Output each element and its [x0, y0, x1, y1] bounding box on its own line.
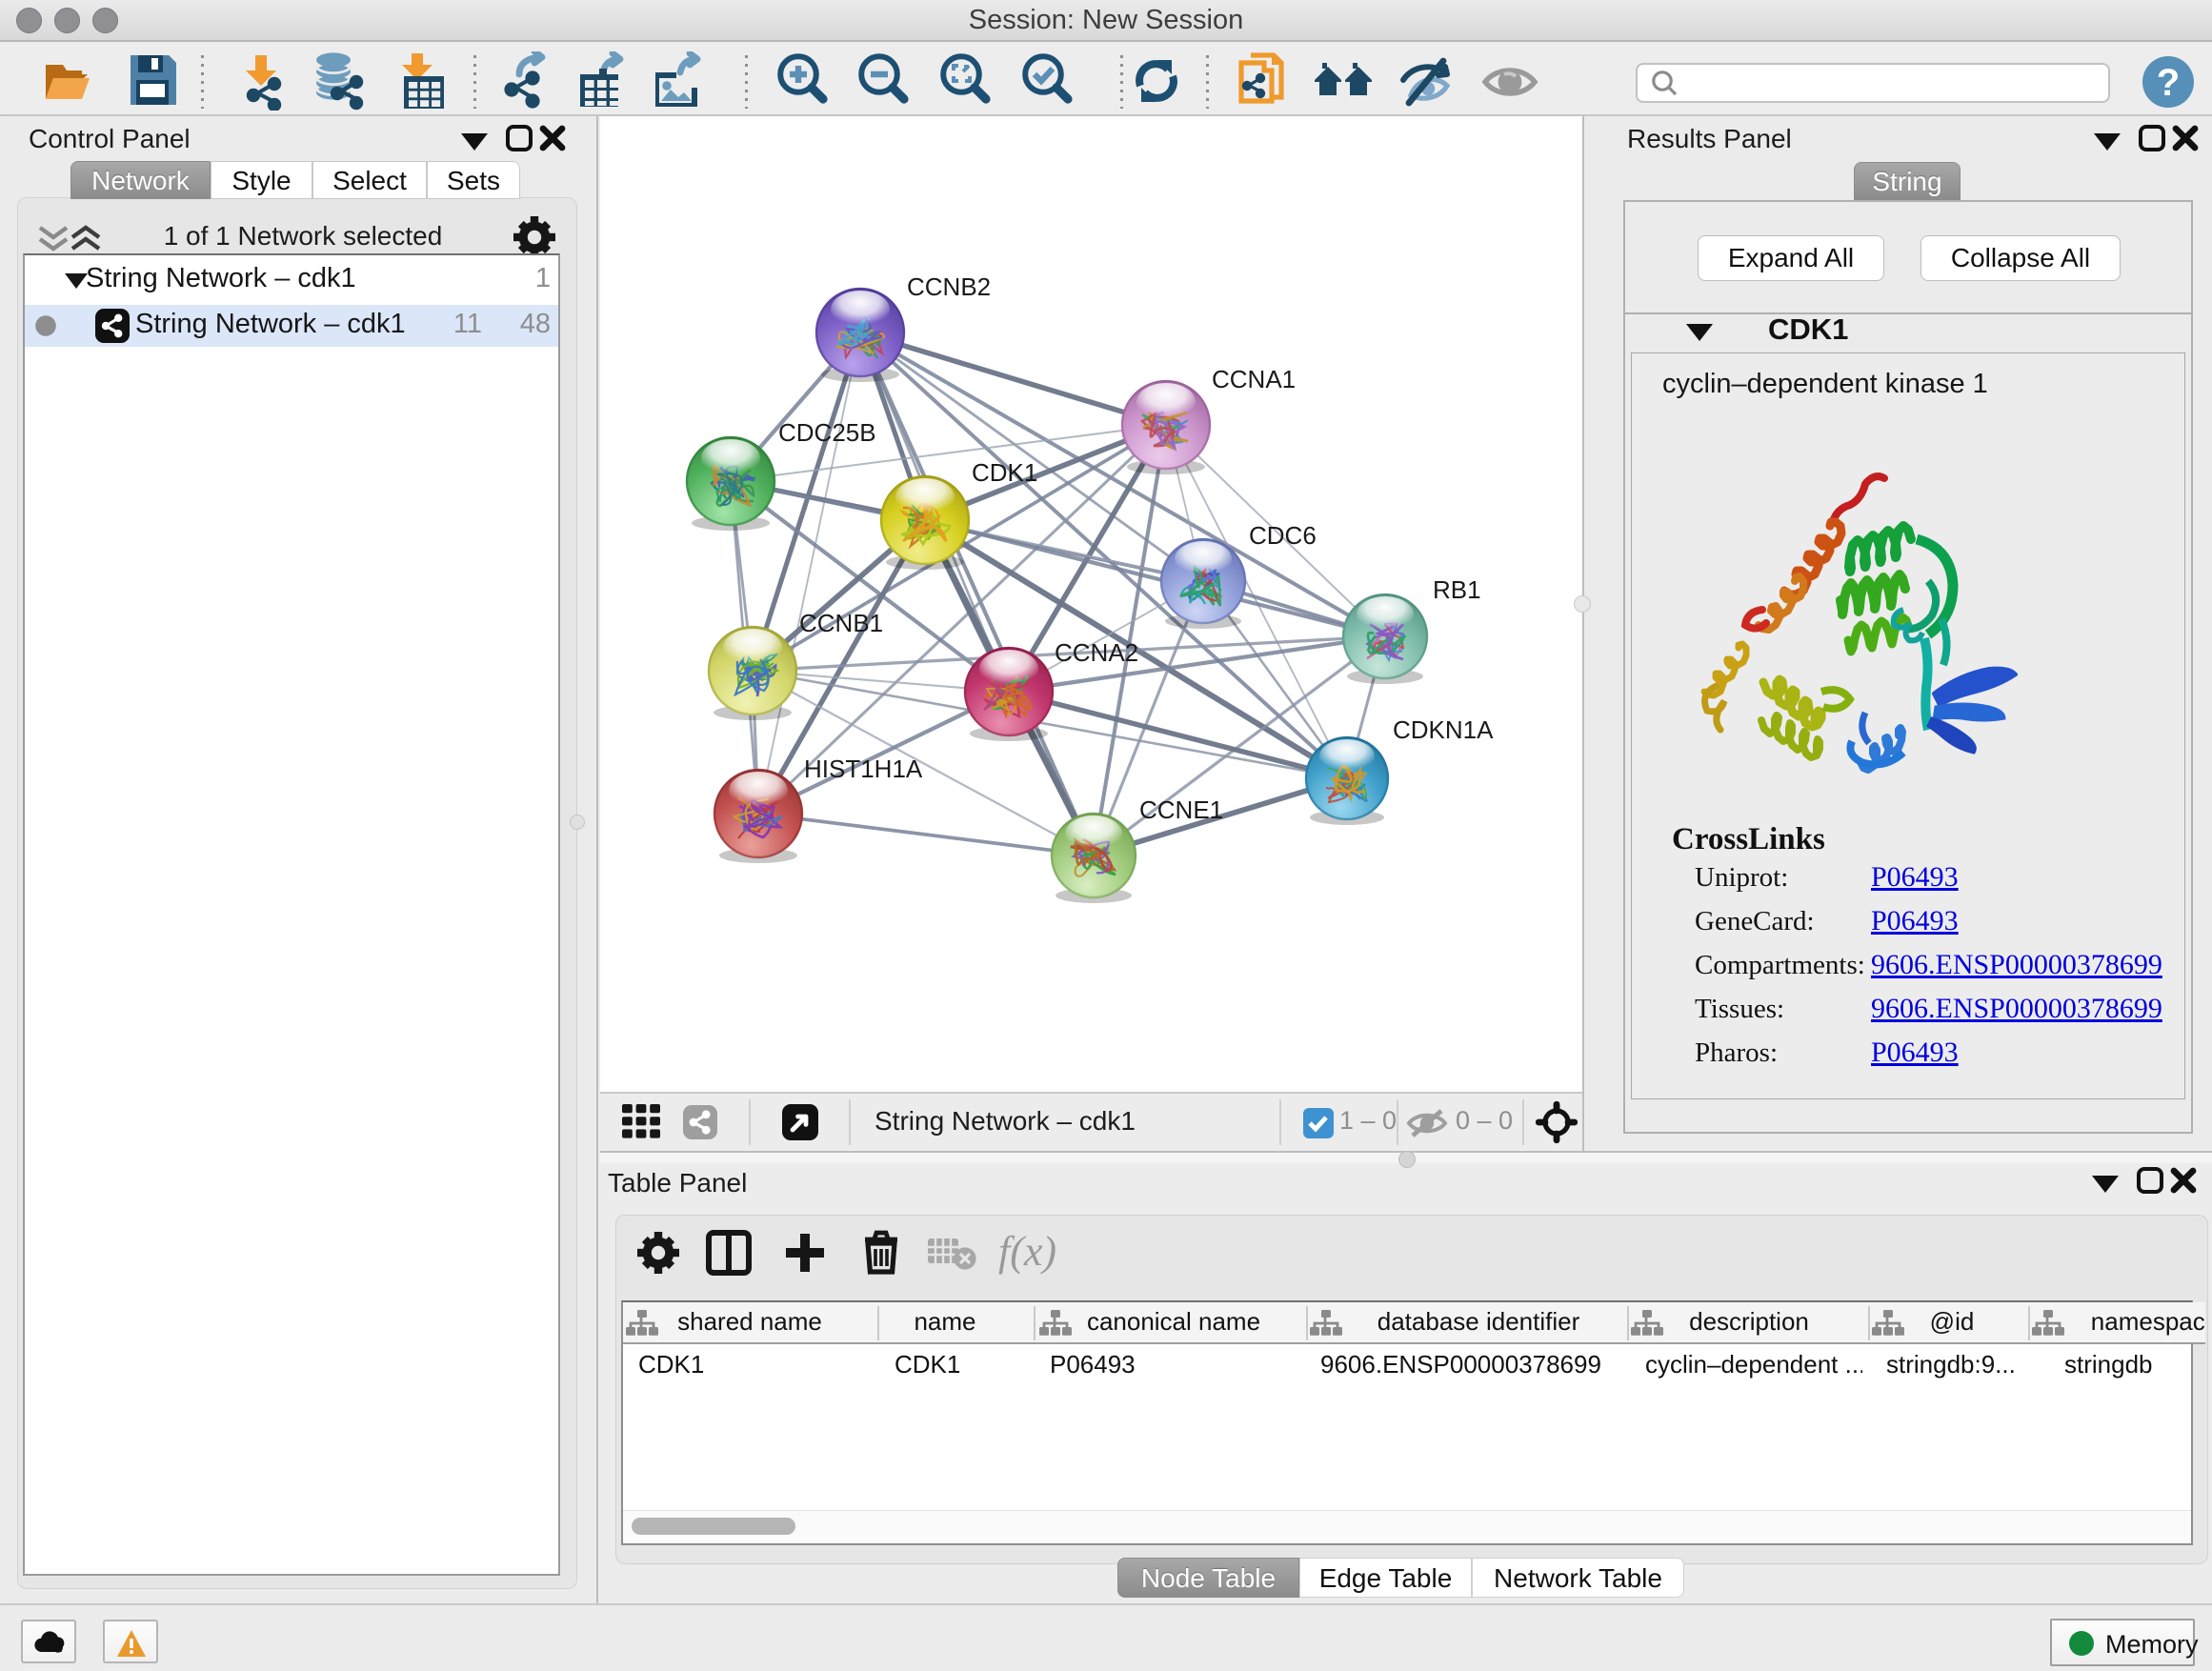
svg-text:CDK1: CDK1 [972, 458, 1037, 487]
svg-text:CCNE1: CCNE1 [1139, 795, 1223, 824]
svg-text:CCNA2: CCNA2 [1055, 638, 1138, 667]
svg-text:CDC6: CDC6 [1249, 521, 1317, 550]
svg-text:RB1: RB1 [1433, 575, 1481, 604]
svg-text:CCNA1: CCNA1 [1212, 365, 1296, 393]
svg-text:?: ? [2157, 62, 2180, 104]
svg-text:CCNB1: CCNB1 [799, 609, 883, 637]
svg-text:CDKN1A: CDKN1A [1393, 715, 1494, 744]
svg-text:CCNB2: CCNB2 [907, 272, 991, 301]
svg-text:CDC25B: CDC25B [778, 418, 876, 447]
svg-text:HIST1H1A: HIST1H1A [804, 755, 923, 783]
